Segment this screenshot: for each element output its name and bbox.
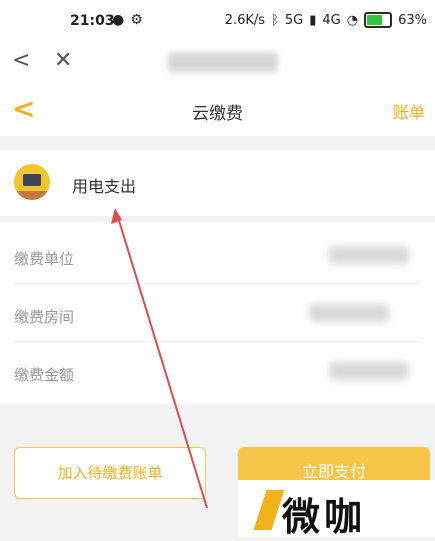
bill-link[interactable]: 账单: [393, 99, 425, 123]
network-speed: 2.6K/s: [224, 12, 266, 28]
battery-icon: [364, 12, 393, 28]
field-value: [329, 246, 409, 264]
battery-percent: 63%: [398, 12, 427, 28]
signal-bars-icon: ▮: [309, 12, 317, 28]
wechat-icon: ●: [112, 12, 125, 28]
field-value: [309, 304, 389, 322]
browser-nav: < ✕: [0, 42, 435, 82]
page-title: 云缴费: [192, 104, 243, 124]
watermark-slash: [253, 490, 285, 530]
status-time: 21:03: [70, 13, 115, 29]
status-right: 2.6K/s ᛒ 5G ▮ 4G ◔ 63%: [225, 12, 427, 28]
service-card[interactable]: 用电支出: [0, 150, 435, 216]
wifi-icon: ◔: [346, 12, 359, 28]
form-row-amount[interactable]: 缴费金额: [0, 342, 435, 400]
field-label: 缴费单位: [14, 250, 75, 268]
page-header: < 云缴费 账单: [0, 82, 435, 136]
gear-icon: ⚙: [130, 12, 143, 28]
field-label: 缴费房间: [14, 308, 75, 326]
back-icon[interactable]: <: [12, 48, 30, 73]
signal-4g: 4G: [322, 12, 341, 28]
form-row-room[interactable]: 缴费房间: [0, 284, 435, 342]
payment-form: 缴费单位 缴费房间 缴费金额: [0, 222, 435, 404]
signal-5g: 5G: [284, 12, 304, 28]
status-icons-left: ● ⚙: [112, 12, 143, 28]
add-pending-button[interactable]: 加入待缴费账单: [14, 447, 206, 499]
form-row-unit[interactable]: 缴费单位: [0, 226, 435, 284]
electricity-icon: [14, 164, 50, 200]
blurred-page-title: [168, 52, 278, 72]
bluetooth-icon: ᛒ: [271, 12, 279, 28]
service-name: 用电支出: [72, 177, 137, 196]
watermark-text: 微咖: [282, 495, 367, 539]
field-label: 缴费金额: [14, 366, 75, 384]
field-value: [329, 362, 409, 380]
watermark: 微咖: [238, 480, 435, 539]
status-bar: 21:03 ● ⚙ 2.6K/s ᛒ 5G ▮ 4G ◔ 63%: [0, 0, 435, 42]
close-icon[interactable]: ✕: [54, 48, 72, 73]
